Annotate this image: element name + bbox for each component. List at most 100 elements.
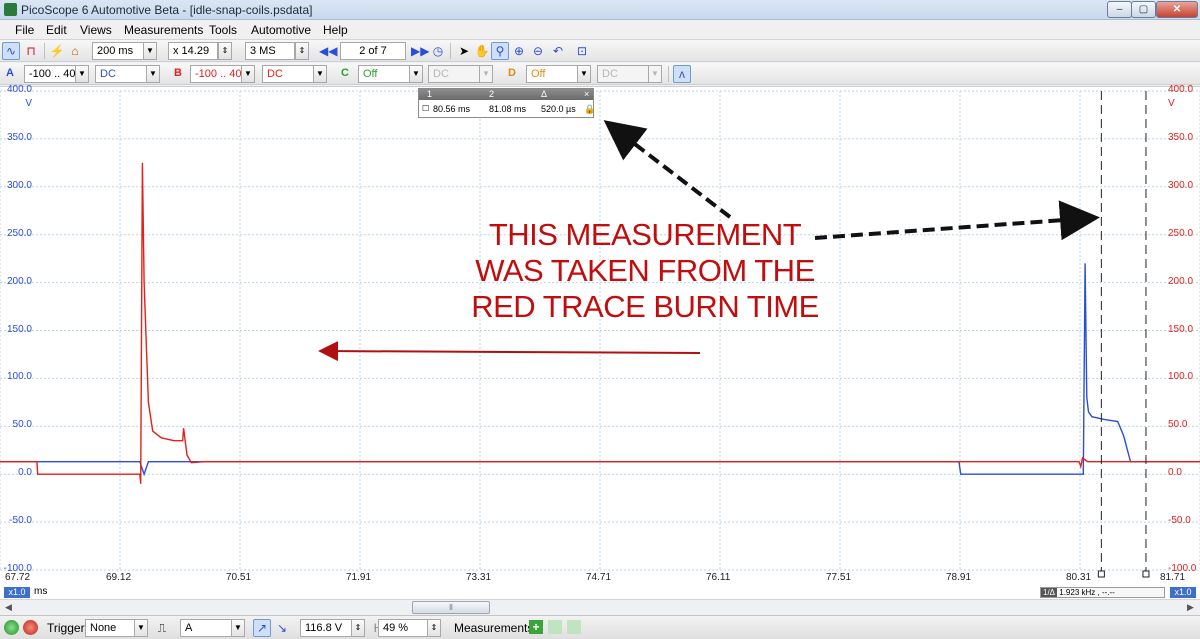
timebase-field[interactable]: 200 ms	[92, 42, 144, 60]
trigger-mode-dropdown[interactable]: ▼	[134, 619, 148, 637]
stop-capture-icon[interactable]	[23, 620, 38, 635]
y-tick-left: 150.0	[6, 323, 32, 335]
pretrigger-field[interactable]: 49 %	[378, 619, 428, 637]
menu-edit[interactable]: Edit	[46, 23, 67, 37]
channel-b-coupling[interactable]: DC	[262, 65, 314, 83]
hand-tool-icon[interactable]: ✋	[473, 42, 491, 60]
channel-b-coupling-dropdown[interactable]: ▼	[313, 65, 327, 83]
ruler-frequency-tag: 1/Δ	[1041, 588, 1058, 597]
prev-waveform-icon[interactable]: ◀◀	[318, 42, 337, 60]
delete-measurement-icon[interactable]	[567, 620, 581, 634]
channel-c-range-dropdown[interactable]: ▼	[409, 65, 423, 83]
scroll-left-icon[interactable]: ◀	[2, 601, 15, 614]
channel-a-range-dropdown[interactable]: ▼	[75, 65, 89, 83]
menu-bar: File Edit Views Measurements Tools Autom…	[0, 20, 1200, 40]
trigger-label: Trigger	[47, 621, 85, 635]
auto-setup-icon[interactable]: ⚡	[48, 42, 66, 60]
zoom-in-icon[interactable]: ⊕	[510, 42, 528, 60]
ruler-legend-header: 1 2 Δ ×	[419, 89, 593, 100]
timebase-dropdown[interactable]: ▼	[143, 42, 157, 60]
channel-d-range[interactable]: Off	[526, 65, 578, 83]
menu-help[interactable]: Help	[323, 23, 348, 37]
channel-a-range[interactable]: -100 .. 400	[24, 65, 76, 83]
channel-a-coupling-dropdown[interactable]: ▼	[146, 65, 160, 83]
channel-d-coupling: DC	[597, 65, 649, 83]
advanced-trigger-icon[interactable]: ⎍	[153, 619, 171, 637]
trigger-source-select[interactable]: A	[180, 619, 232, 637]
lock-icon[interactable]: 🔒	[584, 104, 595, 115]
persistence-mode-icon[interactable]: ⊓	[22, 42, 40, 60]
start-capture-icon[interactable]	[4, 620, 19, 635]
annotation-line-1: THIS MEASUREMENT	[488, 217, 802, 252]
menu-tools[interactable]: Tools	[209, 23, 237, 37]
trigger-level-stepper[interactable]: ⇕	[351, 619, 365, 637]
close-button[interactable]: ✕	[1156, 1, 1198, 18]
zoom-stepper[interactable]: ⇕	[218, 42, 232, 60]
right-scale-badge[interactable]: x1.0	[1170, 587, 1196, 598]
waveform-canvas[interactable]	[0, 87, 1200, 600]
edit-measurement-icon[interactable]	[548, 620, 562, 634]
scope-mode-icon[interactable]: ∿	[2, 42, 20, 60]
menu-automotive[interactable]: Automotive	[251, 23, 311, 37]
rising-edge-icon[interactable]: ↗	[253, 619, 271, 637]
zoom-region-icon[interactable]: ⚲	[491, 42, 509, 60]
select-tool-icon[interactable]: ➤	[455, 42, 473, 60]
ruler-header-1: 1	[427, 89, 433, 99]
channel-options-icon[interactable]: ʌ	[673, 65, 691, 83]
ruler-legend[interactable]: 1 2 Δ × ☐ 80.56 ms 81.08 ms 520.0 µs 🔒	[418, 88, 595, 118]
legend-close-icon[interactable]: ×	[584, 89, 589, 99]
scroll-right-icon[interactable]: ▶	[1184, 601, 1197, 614]
x-tick-label: 76.11	[706, 572, 731, 583]
channel-d-range-dropdown[interactable]: ▼	[577, 65, 591, 83]
samples-stepper[interactable]: ⇕	[295, 42, 309, 60]
pretrigger-stepper[interactable]: ⇕	[427, 619, 441, 637]
ruler-handle-2	[1142, 570, 1150, 578]
x-scale-badge[interactable]: x1.0	[4, 587, 30, 598]
ruler-frequency-box: 1/Δ 1.923 kHz , --.--	[1040, 587, 1165, 598]
y-tick-right: 400.0	[1168, 84, 1194, 95]
ruler-value-2: 81.08 ms	[489, 104, 527, 114]
horizontal-scrollbar[interactable]: ◀ ⦀ ▶	[0, 599, 1200, 615]
app-icon	[4, 3, 17, 16]
x-tick-label: 73.31	[466, 572, 492, 583]
menu-views[interactable]: Views	[80, 23, 112, 37]
falling-edge-icon[interactable]: ↘	[273, 619, 291, 637]
title-bar: PicoScope 6 Automotive Beta - [idle-snap…	[0, 0, 1200, 20]
scope-plot[interactable]	[0, 86, 1200, 599]
trigger-source-dropdown[interactable]: ▼	[231, 619, 245, 637]
channel-c-range[interactable]: Off	[358, 65, 410, 83]
y-tick-left: 200.0	[6, 275, 32, 287]
zoom-factor-field[interactable]: x 14.29	[168, 42, 218, 60]
trigger-mode-select[interactable]: None	[85, 619, 135, 637]
channel-b-range-dropdown[interactable]: ▼	[241, 65, 255, 83]
ruler-header-delta: Δ	[541, 89, 548, 99]
zoom-fit-icon[interactable]: ⊡	[573, 42, 591, 60]
x-tick-label: 70.51	[226, 572, 252, 583]
waveform-history-icon[interactable]: ◷	[429, 42, 447, 60]
x-tick-label: 78.91	[946, 572, 972, 583]
menu-measurements[interactable]: Measurements	[124, 23, 203, 37]
ruler-checkbox-icon[interactable]: ☐	[422, 104, 429, 113]
x-tick-label: 77.51	[826, 572, 852, 583]
zoom-out-icon[interactable]: ⊖	[529, 42, 547, 60]
trigger-level-field[interactable]: 116.8 V	[300, 619, 352, 637]
annotation-text: THIS MEASUREMENT WAS TAKEN FROM THE RED …	[440, 217, 850, 325]
undo-zoom-icon[interactable]: ↶	[549, 42, 567, 60]
home-icon[interactable]: ⌂	[66, 42, 84, 60]
channel-d-label: D	[508, 67, 516, 79]
minimize-button[interactable]: –	[1107, 1, 1132, 18]
y-tick-left: 400.0	[6, 84, 32, 95]
next-waveform-icon[interactable]: ▶▶	[410, 42, 429, 60]
samples-field[interactable]: 3 MS	[245, 42, 295, 60]
picoscope-window: PicoScope 6 Automotive Beta - [idle-snap…	[0, 0, 1200, 639]
menu-file[interactable]: File	[15, 23, 34, 37]
ruler-handle-1	[1097, 570, 1105, 578]
maximize-button[interactable]: ▢	[1131, 1, 1156, 18]
channel-a-coupling[interactable]: DC	[95, 65, 147, 83]
add-measurement-icon[interactable]: +	[529, 620, 543, 634]
scroll-thumb[interactable]: ⦀	[412, 601, 490, 614]
trigger-toolbar: Trigger None ▼ ⎍ A ▼ ↗ ↘ 116.8 V ⇕ ⊢ 49 …	[0, 615, 1200, 639]
buffer-field[interactable]: 2 of 7	[340, 42, 406, 60]
y-tick-left: 100.0	[6, 371, 32, 383]
channel-b-range[interactable]: -100 .. 400	[190, 65, 242, 83]
